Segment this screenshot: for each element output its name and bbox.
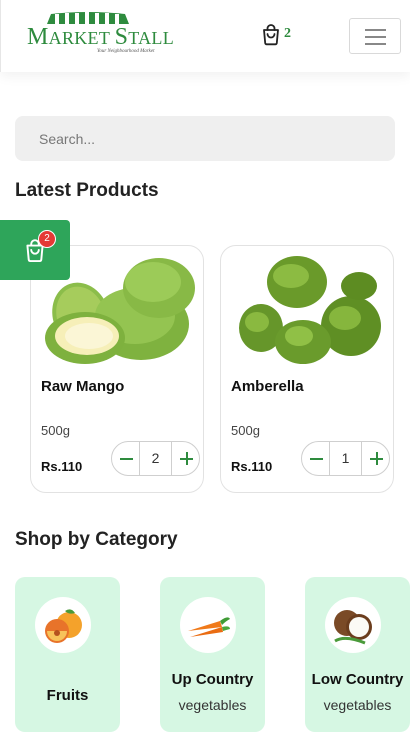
amberella-image — [239, 256, 381, 364]
category-card-up-country[interactable]: Up Country vegetables — [160, 577, 265, 732]
cart-count: 2 — [284, 26, 291, 41]
menu-line-icon — [365, 36, 386, 38]
logo-tagline: Your Neighbourhood Market — [97, 49, 155, 54]
carrot-icon — [180, 597, 236, 653]
menu-line-icon — [365, 29, 386, 31]
decrease-quantity-button[interactable] — [112, 442, 140, 475]
category-title: Fruits — [46, 687, 89, 704]
product-name: Amberella — [231, 378, 304, 395]
product-price: Rs.110 — [231, 459, 273, 474]
product-name: Raw Mango — [41, 378, 125, 395]
cart-badge: 2 — [38, 230, 56, 248]
category-title: Up Country — [171, 671, 254, 688]
category-subtitle: vegetables — [178, 697, 247, 713]
shop-by-category-heading: Shop by Category — [15, 529, 178, 550]
product-card-amberella[interactable]: Amberella 500g Rs.110 1 — [220, 245, 394, 493]
category-subtitle: vegetables — [323, 697, 392, 713]
hamburger-menu-button[interactable] — [349, 18, 401, 54]
coconut-icon — [325, 597, 381, 653]
category-title: Low Country — [311, 671, 404, 688]
fruits-icon — [35, 597, 91, 653]
shopping-bag-icon — [263, 24, 279, 46]
product-card-raw-mango[interactable]: Raw Mango 500g Rs.110 2 — [30, 245, 204, 493]
quantity-stepper: 1 — [301, 441, 390, 476]
product-price: Rs.110 — [41, 459, 83, 474]
category-card-low-country[interactable]: Low Country vegetables — [305, 577, 410, 732]
decrease-quantity-button[interactable] — [302, 442, 330, 475]
product-weight: 500g — [41, 423, 70, 438]
category-card-fruits[interactable]: Fruits — [15, 577, 120, 732]
menu-line-icon — [365, 43, 386, 45]
market-stall-logo[interactable]: MARKET STALL Your Neighbourhood Market — [25, 12, 174, 58]
header: MARKET STALL Your Neighbourhood Market 2 — [0, 0, 410, 72]
quantity-value[interactable]: 2 — [140, 442, 171, 475]
header-cart-button[interactable]: 2 — [259, 22, 299, 50]
floating-cart-button[interactable]: 2 — [0, 220, 70, 280]
quantity-value[interactable]: 1 — [330, 442, 361, 475]
page: MARKET STALL Your Neighbourhood Market 2… — [0, 0, 410, 751]
search-input[interactable] — [15, 116, 395, 161]
quantity-stepper: 2 — [111, 441, 200, 476]
logo-text: MARKET STALL — [27, 24, 175, 50]
latest-products-heading: Latest Products — [15, 180, 159, 201]
increase-quantity-button[interactable] — [361, 442, 389, 475]
increase-quantity-button[interactable] — [171, 442, 199, 475]
product-weight: 500g — [231, 423, 260, 438]
